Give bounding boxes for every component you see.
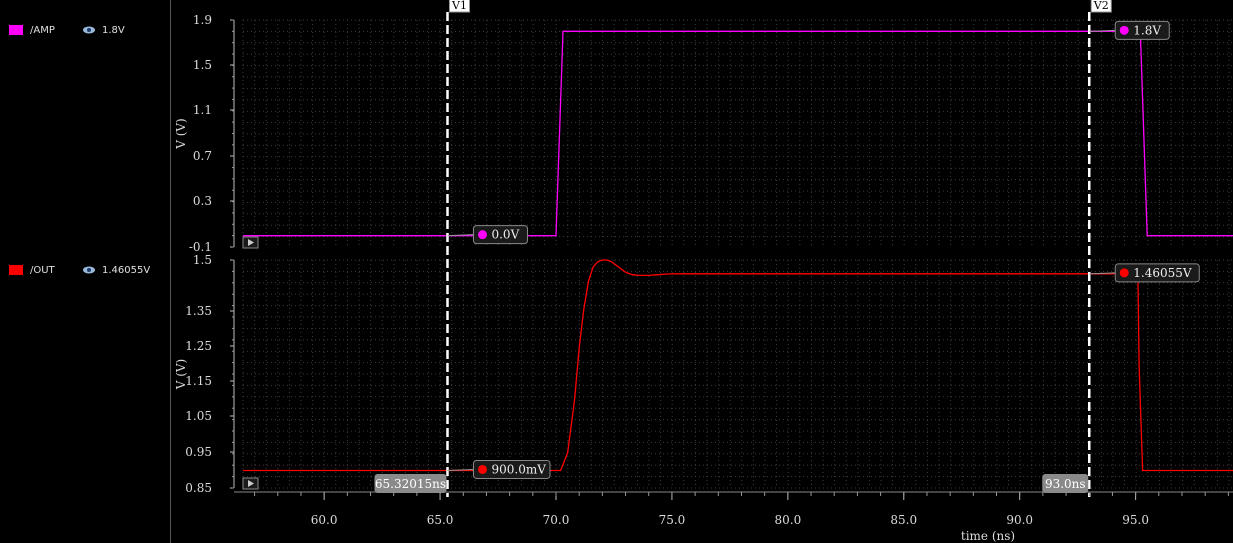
y-tick-label: 0.85 bbox=[185, 481, 212, 495]
cursor-v1[interactable]: V1 65.32015ns bbox=[374, 0, 470, 497]
x-tick-label: 60.0 bbox=[311, 513, 338, 527]
y-tick-label: 1.05 bbox=[185, 409, 212, 423]
trace-out bbox=[243, 259, 1233, 472]
cursor-readout: 93.0ns bbox=[1045, 477, 1086, 491]
marker-value: 1.8V bbox=[1133, 23, 1161, 37]
y-axis-label: V (V) bbox=[174, 118, 188, 150]
x-tick-label: 90.0 bbox=[1006, 513, 1033, 527]
y-tick-label: 1.5 bbox=[193, 253, 212, 267]
y-tick-label: 1.9 bbox=[193, 13, 212, 27]
marker-label-v2[interactable]: 1.46055V bbox=[1089, 263, 1200, 283]
x-tick-label: 75.0 bbox=[659, 513, 686, 527]
marker-dot bbox=[1119, 268, 1129, 278]
y-tick-label: 1.25 bbox=[185, 339, 212, 353]
x-axis-label: time (ns) bbox=[961, 529, 1015, 543]
y-tick-label: 0.7 bbox=[193, 149, 212, 163]
cursor-v2[interactable]: V2 93.0ns bbox=[1042, 0, 1112, 497]
cursor-name: V2 bbox=[1093, 0, 1109, 12]
x-tick-label: 70.0 bbox=[543, 513, 570, 527]
y-axis-label: V (V) bbox=[174, 359, 188, 391]
x-tick-label: 80.0 bbox=[774, 513, 801, 527]
cursor-readout: 65.32015ns bbox=[375, 477, 446, 491]
waveform-plot[interactable]: 1.91.51.10.70.3-0.1V (V)1.51.351.251.151… bbox=[0, 0, 1233, 543]
pane-expand-button[interactable] bbox=[242, 236, 259, 249]
y-tick-label: 1.35 bbox=[185, 304, 212, 318]
marker-dot bbox=[1119, 25, 1129, 35]
pane-expand-button[interactable] bbox=[242, 477, 259, 490]
marker-dot bbox=[477, 230, 487, 240]
marker-value: 900.0mV bbox=[491, 462, 546, 476]
y-tick-label: 0.3 bbox=[193, 194, 212, 208]
x-tick-label: 95.0 bbox=[1122, 513, 1149, 527]
pane-2: 1.5 1.35 1.25 1.15 1.05 0.95 0.85 V (V) bbox=[174, 253, 1233, 495]
pane-1: 1.9 1.5 1.1 0.7 0.3 -0.1 V (V) bbox=[174, 13, 1233, 254]
y-tick-label: 1.15 bbox=[185, 374, 212, 388]
marker-dot bbox=[477, 464, 487, 474]
y-tick-label: 1.1 bbox=[193, 103, 212, 117]
marker-value: 0.0V bbox=[491, 228, 519, 242]
cursor-name: V1 bbox=[451, 0, 467, 12]
marker-value: 1.46055V bbox=[1133, 266, 1192, 280]
y-tick-label: 0.95 bbox=[185, 445, 212, 459]
y-tick-label: 1.5 bbox=[193, 58, 212, 72]
marker-label-v1[interactable]: 900.0mV bbox=[447, 459, 551, 479]
x-tick-label: 85.0 bbox=[890, 513, 917, 527]
y-tick-label: -0.1 bbox=[189, 240, 212, 254]
x-tick-label: 65.0 bbox=[427, 513, 454, 527]
marker-label-v1[interactable]: 0.0V bbox=[447, 225, 528, 245]
